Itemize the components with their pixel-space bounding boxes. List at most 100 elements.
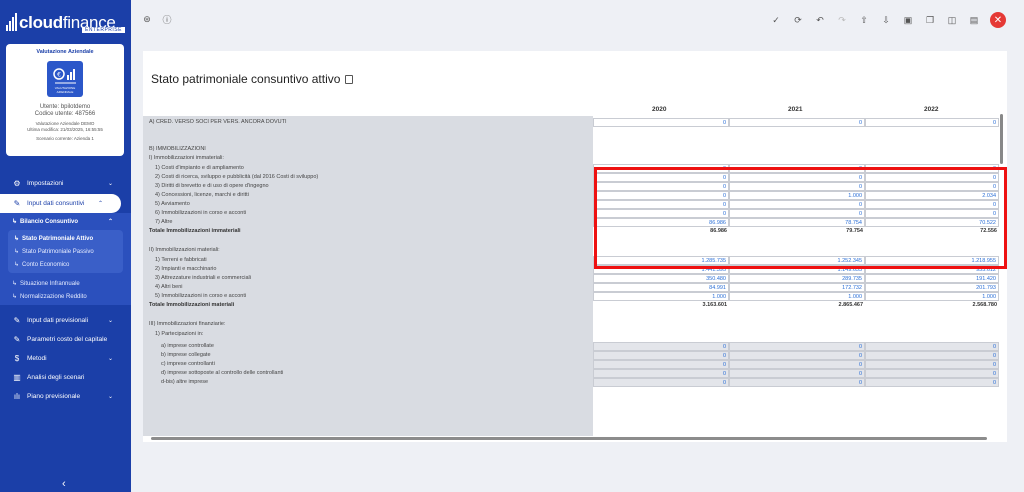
value-cell[interactable]: 0 xyxy=(865,369,999,378)
balance-table: A) CRED. VERSO SOCI PER VERS. ANCORA DOV… xyxy=(143,116,999,436)
valuation-icon: € VALUTAZIONE AZIENDALE xyxy=(47,61,83,97)
value-cell[interactable]: 191.420 xyxy=(865,274,999,283)
value-cell[interactable]: 1.000 xyxy=(593,292,729,301)
sidebar-item-sp-attivo[interactable]: ↳ Stato Patrimoniale Attivo xyxy=(8,232,123,245)
row-label: B) IMMOBILIZZAZIONI xyxy=(149,146,206,152)
corner-arrow-icon: ↳ xyxy=(12,294,18,300)
report-icon[interactable]: ▤ xyxy=(968,14,980,26)
row-label: Totale Immobilizzazioni immateriali xyxy=(149,228,241,234)
total-cell: 3.163.601 xyxy=(702,302,727,308)
value-cell[interactable]: 0 xyxy=(593,369,729,378)
corner-arrow-icon: ↳ xyxy=(14,249,20,255)
chevron-down-icon: ⌄ xyxy=(107,181,113,187)
row-label: III) Immobilizzazioni finanziarie: xyxy=(149,321,226,327)
table-row: I) Immobilizzazioni immateriali: xyxy=(143,154,999,163)
row-label: 2) Costi di ricerca, sviluppo e pubblici… xyxy=(155,174,319,180)
value-cell[interactable]: 0 xyxy=(729,118,865,127)
sidebar-item-normalizzazione[interactable]: ↳ Normalizzazione Reddito xyxy=(0,290,131,303)
download-icon[interactable]: ⇩ xyxy=(880,14,892,26)
logo-bars-icon xyxy=(6,13,17,31)
sidebar-item-label: Situazione Infrannuale xyxy=(20,280,80,287)
sidebar-item-label: Metodi xyxy=(27,355,47,362)
sidebar-item-impostazioni[interactable]: ⚙ Impostazioni ⌄ xyxy=(0,174,131,193)
row-label: 4) Concessioni, licenze, marchi e diritt… xyxy=(155,192,249,198)
page-title: Stato patrimoniale consuntivo attivo xyxy=(151,72,354,86)
value-cell[interactable]: 0 xyxy=(593,342,729,351)
help-circle-icon[interactable]: ⊛ xyxy=(141,13,153,25)
value-cell[interactable]: 0 xyxy=(593,351,729,360)
row-label: d) imprese sottoposte al controllo delle… xyxy=(161,370,284,376)
vertical-scrollbar[interactable] xyxy=(999,114,1005,434)
table-row-total: Totale Immobilizzazioni materiali 3.163.… xyxy=(143,301,999,310)
bar-chart-icon: ılı xyxy=(13,392,21,401)
sidebar-item-conto-economico[interactable]: ↳ Conto Economico xyxy=(8,258,123,271)
value-cell[interactable]: 1.000 xyxy=(729,292,865,301)
redo-icon[interactable]: ↷ xyxy=(836,14,848,26)
document-icon[interactable] xyxy=(345,74,354,84)
value-cell[interactable]: 289.735 xyxy=(729,274,865,283)
value-cell[interactable]: 0 xyxy=(593,378,729,387)
sidebar-item-piano[interactable]: ılı Piano previsionale ⌄ xyxy=(0,387,131,406)
value-cell[interactable]: 0 xyxy=(593,360,729,369)
value-cell[interactable]: 0 xyxy=(729,378,865,387)
vertical-scroll-thumb[interactable] xyxy=(1000,114,1003,164)
value-cell[interactable]: 201.793 xyxy=(865,283,999,292)
row-label: I) Immobilizzazioni immateriali: xyxy=(149,155,224,161)
sidebar-item-label: Stato Patrimoniale Passivo xyxy=(22,248,94,255)
svg-text:€: € xyxy=(57,72,61,79)
sidebar-item-analisi[interactable]: ▥ Analisi degli scenari xyxy=(0,368,131,387)
value-cell[interactable]: 0 xyxy=(729,369,865,378)
row-label: 5) Immobilizzazioni in corso e acconti xyxy=(155,293,247,299)
value-cell[interactable]: 0 xyxy=(865,351,999,360)
undo-icon[interactable]: ↶ xyxy=(814,14,826,26)
refresh-icon[interactable]: ⟳ xyxy=(792,14,804,26)
top-bar: ⊛ ⓘ ✓ ⟳ ↶ ↷ ⇧ ⇩ ▣ ❐ ◫ ▤ ✕ xyxy=(131,0,1024,40)
sidebar-item-label: Input dati consuntivi xyxy=(27,200,85,207)
copy-icon[interactable]: ❐ xyxy=(924,14,936,26)
close-icon[interactable]: ✕ xyxy=(990,12,1006,28)
year-header: 2022 xyxy=(924,106,939,113)
sidebar-item-metodi[interactable]: $ Metodi ⌄ xyxy=(0,349,131,368)
value-cell[interactable]: 0 xyxy=(729,351,865,360)
sidebar-item-label: Impostazioni xyxy=(27,180,64,187)
value-cell[interactable]: 0 xyxy=(865,360,999,369)
corner-arrow-icon: ↳ xyxy=(12,219,18,225)
sidebar-item-infrannuale[interactable]: ↳ Situazione Infrannuale xyxy=(0,277,131,290)
sidebar-item-input-previsionali[interactable]: ✎ Input dati previsionali ⌄ xyxy=(0,311,131,330)
value-cell[interactable]: 0 xyxy=(865,342,999,351)
horizontal-scrollbar[interactable] xyxy=(145,436,997,441)
row-label: II) Immobilizzazioni materiali: xyxy=(149,247,220,253)
collapse-sidebar-icon[interactable]: ‹ xyxy=(62,478,66,490)
value-cell[interactable]: 0 xyxy=(729,342,865,351)
value-cell[interactable]: 0 xyxy=(729,360,865,369)
edit-icon: ✎ xyxy=(13,199,21,208)
row-label: d-bis) altre imprese xyxy=(161,379,209,385)
sidebar-item-parametri[interactable]: ✎ Parametri costo del capitale xyxy=(0,330,131,349)
upload-icon[interactable]: ⇧ xyxy=(858,14,870,26)
table-row: 5) Immobilizzazioni in corso e acconti 1… xyxy=(143,292,999,301)
sidebar-item-input-consuntivi[interactable]: ✎ Input dati consuntivi ⌃ xyxy=(0,194,121,213)
question-icon[interactable]: ⓘ xyxy=(161,13,173,25)
horizontal-scroll-thumb[interactable] xyxy=(151,437,987,440)
value-cell[interactable]: 1.000 xyxy=(865,292,999,301)
check-icon[interactable]: ✓ xyxy=(770,14,782,26)
card-user-code: Codice utente: 487566 xyxy=(34,111,96,117)
value-cell[interactable]: 84.991 xyxy=(593,283,729,292)
save-icon[interactable]: ▣ xyxy=(902,14,914,26)
row-label: 4) Altri beni xyxy=(155,284,183,290)
value-cell[interactable]: 172.732 xyxy=(729,283,865,292)
sidebar-item-label: Conto Economico xyxy=(22,261,70,268)
layout-icon[interactable]: ◫ xyxy=(946,14,958,26)
sidebar-item-sp-passivo[interactable]: ↳ Stato Patrimoniale Passivo xyxy=(8,245,123,258)
chevron-down-icon: ⌄ xyxy=(107,394,113,400)
value-cell[interactable]: 0 xyxy=(865,118,999,127)
value-cell[interactable]: 350.480 xyxy=(593,274,729,283)
value-cell[interactable]: 0 xyxy=(865,378,999,387)
card-scenario: Scenario corrente: Azienda 1 xyxy=(36,136,94,141)
sidebar-item-bilancio[interactable]: ↳ Bilancio Consuntivo ⌃ xyxy=(0,213,131,230)
top-bar-left: ⊛ ⓘ xyxy=(141,13,173,25)
corner-arrow-icon: ↳ xyxy=(12,281,18,287)
row-label: 1) Terreni e fabbricati xyxy=(155,257,207,263)
table-row: 1) Partecipazioni in: xyxy=(143,330,999,339)
value-cell[interactable]: 0 xyxy=(593,118,729,127)
